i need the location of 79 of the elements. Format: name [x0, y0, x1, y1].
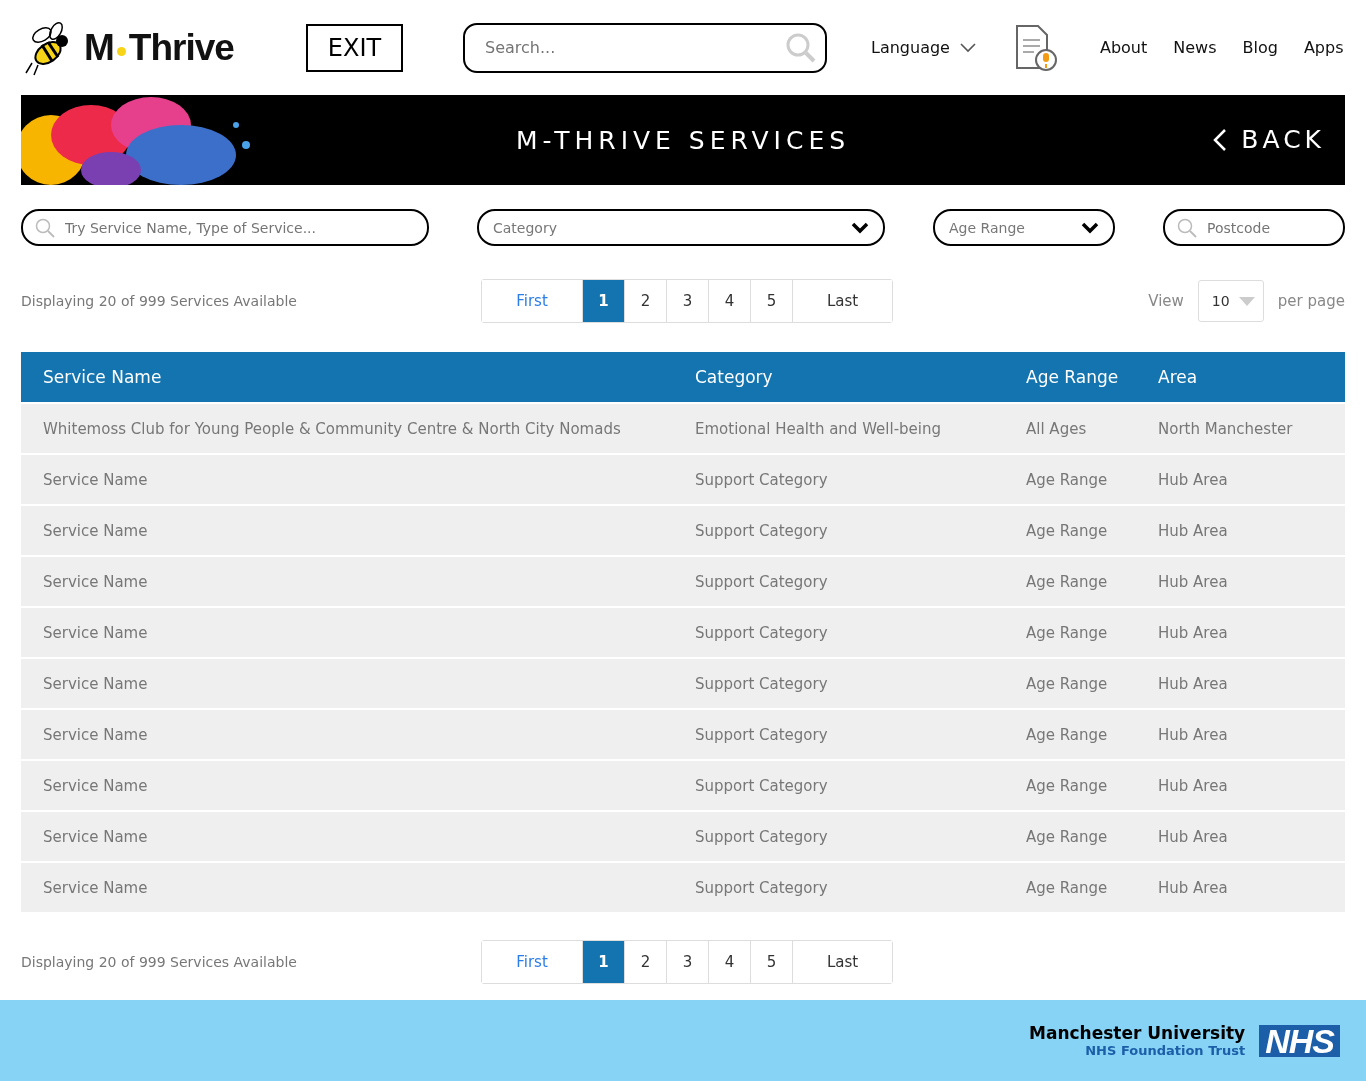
page-button[interactable]: 1: [582, 280, 624, 322]
page-button[interactable]: 1: [582, 941, 624, 983]
table-cell-text: All Ages: [1025, 419, 1088, 438]
column-header: Service Name: [42, 367, 163, 387]
nav-link[interactable]: Blog: [1242, 38, 1278, 57]
column-header: Category: [694, 367, 774, 387]
chevron-icon: [1213, 127, 1228, 152]
dot-icon: [116, 47, 126, 56]
table-cell-text: Support Category: [694, 521, 829, 540]
banner-title: M-THRIVE SERVICES: [515, 125, 851, 155]
table-cell-text: Service Name: [42, 827, 149, 846]
organisation-name: Manchester University: [1029, 1023, 1246, 1043]
view-label: View: [1148, 292, 1184, 310]
document-icon[interactable]: [1013, 23, 1060, 72]
table-cell-text: Service Name: [42, 623, 149, 642]
search-field[interactable]: Postcode: [1163, 209, 1345, 246]
search-field[interactable]: Try Service Name, Type of Service...: [21, 209, 429, 246]
search-icon: [785, 31, 817, 64]
table-cell-text: Support Category: [694, 572, 829, 591]
table-cell-text: Age Range: [1025, 674, 1109, 693]
back-button[interactable]: BACK: [1213, 125, 1325, 154]
table-cell-text: Support Category: [694, 674, 829, 693]
table-cell-text: Service Name: [42, 725, 149, 744]
exit-button[interactable]: EXIT: [306, 23, 403, 72]
table-cell-text: Service Name: [42, 674, 149, 693]
table-cell-text: Hub Area: [1157, 470, 1229, 489]
table-cell-text: Hub Area: [1157, 878, 1229, 897]
dropdown[interactable]: Category: [477, 209, 885, 246]
table-cell-text: Age Range: [1025, 623, 1109, 642]
page-button[interactable]: Last: [792, 280, 892, 322]
results-count: Displaying 20 of 999 Services Available: [21, 954, 298, 970]
table-cell-text: Hub Area: [1157, 827, 1229, 846]
table-cell-text: Age Range: [1025, 776, 1109, 795]
table-cell-text: Support Category: [694, 776, 829, 795]
dropdown[interactable]: Age Range: [933, 209, 1115, 246]
table-cell-text: Age Range: [1025, 725, 1109, 744]
table-cell-text: Age Range: [1025, 878, 1109, 897]
chevron-icon: [1081, 221, 1099, 234]
column-header: Area: [1157, 367, 1199, 387]
table-cell-text: Service Name: [42, 470, 149, 489]
table-cell-text: Hub Area: [1157, 572, 1229, 591]
table-cell-text: Age Range: [1025, 827, 1109, 846]
logo-text: M: [84, 26, 114, 69]
table-cell-text: Support Category: [694, 470, 829, 489]
nav-link[interactable]: Apps: [1303, 38, 1344, 57]
table-cell-text: Support Category: [694, 725, 829, 744]
per-page-label: per page: [1277, 292, 1345, 310]
table-cell-text: North Manchester: [1157, 419, 1294, 438]
table-cell-text: Emotional Health and Well-being: [694, 419, 942, 438]
nhs-logo: NHS: [1259, 1024, 1340, 1057]
table-cell-text: Support Category: [694, 827, 829, 846]
nav-link[interactable]: About: [1099, 38, 1148, 57]
table-cell-text: Service Name: [42, 776, 149, 795]
page-button[interactable]: Last: [792, 941, 892, 983]
per-page-dropdown[interactable]: 10: [1197, 280, 1264, 322]
chevron-icon: [959, 42, 976, 53]
logo-text: Thrive: [128, 26, 234, 69]
chevron-icon: [851, 221, 869, 234]
table-cell-text: Hub Area: [1157, 725, 1229, 744]
table-cell-text: Support Category: [694, 878, 829, 897]
search-field[interactable]: Search...: [463, 22, 827, 73]
table-cell-text: Age Range: [1025, 572, 1109, 591]
table-cell-text: Hub Area: [1157, 623, 1229, 642]
table-cell-text: Hub Area: [1157, 521, 1229, 540]
table-cell-text: Support Category: [694, 623, 829, 642]
results-count: Displaying 20 of 999 Services Available: [21, 293, 298, 309]
table-cell-text: Service Name: [42, 878, 149, 897]
column-header: Age Range: [1025, 367, 1120, 387]
table-cell-text: Whitemoss Club for Young People & Community Centre & North City Nomads: [42, 419, 622, 438]
table-cell-text: Age Range: [1025, 470, 1109, 489]
language-dropdown[interactable]: Language: [871, 38, 976, 57]
table-cell-text: Hub Area: [1157, 776, 1229, 795]
table-cell-text: Service Name: [42, 521, 149, 540]
caret-icon: [1238, 296, 1255, 306]
table-cell-text: Hub Area: [1157, 674, 1229, 693]
nav-link[interactable]: News: [1173, 38, 1217, 57]
table-cell-text: Age Range: [1025, 521, 1109, 540]
trust-name: NHS Foundation Trust: [1085, 1043, 1246, 1058]
table-cell-text: Service Name: [42, 572, 149, 591]
